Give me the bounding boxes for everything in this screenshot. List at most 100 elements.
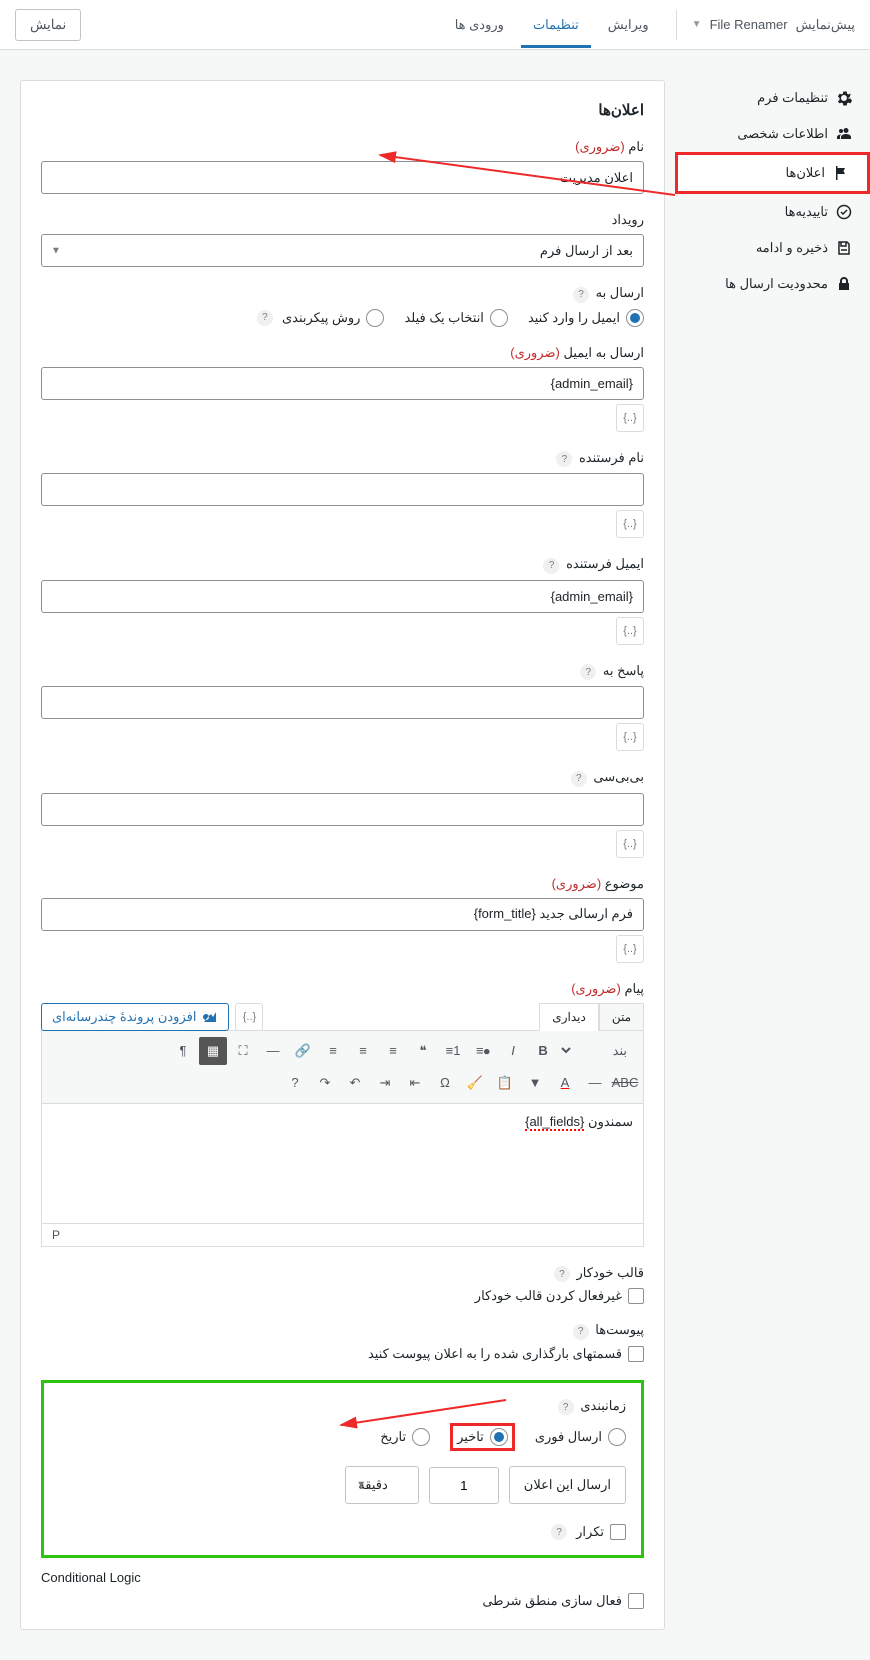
align-center-icon[interactable]: ≡ bbox=[349, 1037, 377, 1065]
checkbox[interactable] bbox=[610, 1524, 626, 1540]
text-color-arrow-icon[interactable]: ▼ bbox=[521, 1069, 549, 1097]
name-input[interactable] bbox=[41, 161, 644, 194]
name-field: نام (ضروری) bbox=[41, 139, 644, 194]
hr-icon[interactable]: — bbox=[581, 1069, 609, 1097]
help-icon[interactable]: ? bbox=[573, 1324, 589, 1340]
help-icon[interactable]: ? bbox=[580, 664, 596, 680]
bold-icon[interactable]: B bbox=[529, 1037, 557, 1065]
help-icon[interactable]: ? bbox=[543, 558, 559, 574]
sidebar-item-save-continue[interactable]: ذخیره و ادامه bbox=[675, 230, 870, 266]
tab-settings[interactable]: تنظیمات bbox=[521, 2, 591, 48]
clear-icon[interactable]: 🧹 bbox=[461, 1069, 489, 1097]
toolbar-toggle-icon[interactable]: ▦ bbox=[199, 1037, 227, 1065]
form-switcher[interactable]: پیش‌نمایش File Renamer ▼ bbox=[692, 17, 855, 33]
strike-icon[interactable]: ABC bbox=[611, 1069, 639, 1097]
help-toolbar-icon[interactable]: ? bbox=[281, 1069, 309, 1097]
sidebar-item-submission-limit[interactable]: محدودیت ارسال ها bbox=[675, 266, 870, 302]
radio-date[interactable]: تاریخ bbox=[380, 1428, 430, 1446]
sidebar-item-notifications[interactable]: اعلان‌ها bbox=[675, 152, 870, 194]
help-icon[interactable]: ? bbox=[558, 1399, 574, 1415]
editor-tab-visual[interactable]: دیداری bbox=[539, 1003, 599, 1031]
help-icon[interactable]: ? bbox=[257, 310, 273, 326]
auto-format-label: قالب خودکار ? bbox=[41, 1265, 644, 1283]
tab-edit[interactable]: ویرایش bbox=[596, 2, 661, 48]
align-right-icon[interactable]: ≡ bbox=[379, 1037, 407, 1065]
attachments-checkbox-row[interactable]: قسمتهای بارگذاری شده را به اعلان پیوست ک… bbox=[41, 1346, 644, 1362]
send-to-field: ارسال به ? ایمیل را وارد کنید انتخاب یک … bbox=[41, 285, 644, 327]
checkbox[interactable] bbox=[628, 1346, 644, 1362]
add-media-button[interactable]: افزودن پروندهٔ چندرسانه‌ای bbox=[41, 1003, 229, 1031]
special-char-icon[interactable]: Ω bbox=[431, 1069, 459, 1097]
undo-icon[interactable]: ↶ bbox=[341, 1069, 369, 1097]
help-icon[interactable]: ? bbox=[571, 771, 587, 787]
radio-icon[interactable] bbox=[608, 1428, 626, 1446]
toolbar-row-1: بند B I ⦁≡ 1≡ ❝ ≡ ≡ ≡ 🔗 — ⛶ ▦ ¶ bbox=[46, 1035, 639, 1067]
indent-icon[interactable]: ⇥ bbox=[371, 1069, 399, 1097]
sidebar-item-personal-data[interactable]: اطلاعات شخصی bbox=[675, 116, 870, 152]
event-select[interactable]: ▼ bbox=[41, 234, 644, 267]
from-name-input[interactable] bbox=[41, 473, 644, 506]
radio-icon[interactable] bbox=[412, 1428, 430, 1446]
subject-input[interactable] bbox=[41, 898, 644, 931]
redo-icon[interactable]: ↷ bbox=[311, 1069, 339, 1097]
paste-icon[interactable]: 📋 bbox=[491, 1069, 519, 1097]
help-icon[interactable]: ? bbox=[554, 1266, 570, 1282]
checkbox[interactable] bbox=[628, 1593, 644, 1609]
merge-tag-button[interactable]: {..} bbox=[616, 830, 644, 858]
numbers-icon[interactable]: 1≡ bbox=[439, 1037, 467, 1065]
align-left-icon[interactable]: ≡ bbox=[319, 1037, 347, 1065]
conditional-checkbox-row[interactable]: فعال سازی منطق شرطی bbox=[41, 1593, 644, 1609]
radio-field[interactable]: انتخاب یک فیلد bbox=[404, 309, 508, 327]
help-icon[interactable]: ? bbox=[573, 287, 589, 303]
auto-format-checkbox-row[interactable]: غیرفعال کردن قالب خودکار bbox=[41, 1288, 644, 1304]
radio-delay[interactable]: تاخیر bbox=[457, 1428, 508, 1446]
radio-immediate[interactable]: ارسال فوری bbox=[535, 1428, 626, 1446]
merge-tag-button[interactable]: {..} bbox=[616, 404, 644, 432]
notification-panel: اعلان‌ها نام (ضروری) رویداد ▼ ارسال به bbox=[20, 80, 665, 1630]
radio-routing[interactable]: روش پیکربندی ? bbox=[257, 309, 384, 327]
from-email-field: ایمیل فرستنده ? {..} bbox=[41, 556, 644, 645]
radio-icon[interactable] bbox=[626, 309, 644, 327]
radio-icon[interactable] bbox=[490, 1428, 508, 1446]
more-icon[interactable]: — bbox=[259, 1037, 287, 1065]
sidebar-label: تنظیمات فرم bbox=[757, 90, 828, 106]
send-to-email-input[interactable] bbox=[41, 367, 644, 400]
format-select[interactable]: بند bbox=[559, 1038, 639, 1063]
radio-icon[interactable] bbox=[490, 309, 508, 327]
sidebar-item-confirmations[interactable]: تاییدیه‌ها bbox=[675, 194, 870, 230]
merge-tag-button[interactable]: {..} bbox=[616, 510, 644, 538]
repeat-checkbox-row[interactable]: تکرار ? bbox=[59, 1524, 626, 1540]
outdent-icon[interactable]: ⇤ bbox=[401, 1069, 429, 1097]
attachments-label: پیوست‌ها ? bbox=[41, 1322, 644, 1340]
event-value[interactable] bbox=[41, 234, 644, 267]
help-icon[interactable]: ? bbox=[556, 451, 572, 467]
radio-email[interactable]: ایمیل را وارد کنید bbox=[528, 309, 644, 327]
from-email-input[interactable] bbox=[41, 580, 644, 613]
quote-icon[interactable]: ❝ bbox=[409, 1037, 437, 1065]
merge-tag-button[interactable]: {..} bbox=[616, 723, 644, 751]
merge-tag-button[interactable]: {..} bbox=[616, 935, 644, 963]
italic-icon[interactable]: I bbox=[499, 1037, 527, 1065]
display-button[interactable]: نمایش bbox=[15, 9, 81, 41]
tab-entries[interactable]: ورودی ها bbox=[443, 2, 516, 48]
paragraph-icon[interactable]: ¶ bbox=[169, 1037, 197, 1065]
editor-tab-text[interactable]: متن bbox=[599, 1003, 644, 1031]
bcc-input[interactable] bbox=[41, 793, 644, 826]
bullets-icon[interactable]: ⦁≡ bbox=[469, 1037, 497, 1065]
sidebar-item-form-settings[interactable]: تنظیمات فرم bbox=[675, 80, 870, 116]
reply-to-input[interactable] bbox=[41, 686, 644, 719]
delay-value-input[interactable] bbox=[429, 1467, 499, 1504]
message-label: پیام (ضروری) bbox=[41, 981, 644, 997]
reply-to-label: پاسخ به ? bbox=[41, 663, 644, 681]
delay-unit-select[interactable]: دقیقه ▼ bbox=[345, 1466, 418, 1504]
text-color-icon[interactable]: A bbox=[551, 1069, 579, 1097]
merge-tag-button[interactable]: {..} bbox=[235, 1003, 263, 1031]
checkbox[interactable] bbox=[628, 1288, 644, 1304]
merge-tag-button[interactable]: {..} bbox=[616, 617, 644, 645]
radio-icon[interactable] bbox=[366, 309, 384, 327]
editor-body[interactable]: {all_fields} سمندون bbox=[41, 1104, 644, 1224]
scheduling-section: زمانبندی ? ارسال فوری تاخیر bbox=[41, 1380, 644, 1559]
help-icon[interactable]: ? bbox=[551, 1524, 567, 1540]
fullscreen-icon[interactable]: ⛶ bbox=[229, 1037, 257, 1065]
link-icon[interactable]: 🔗 bbox=[289, 1037, 317, 1065]
